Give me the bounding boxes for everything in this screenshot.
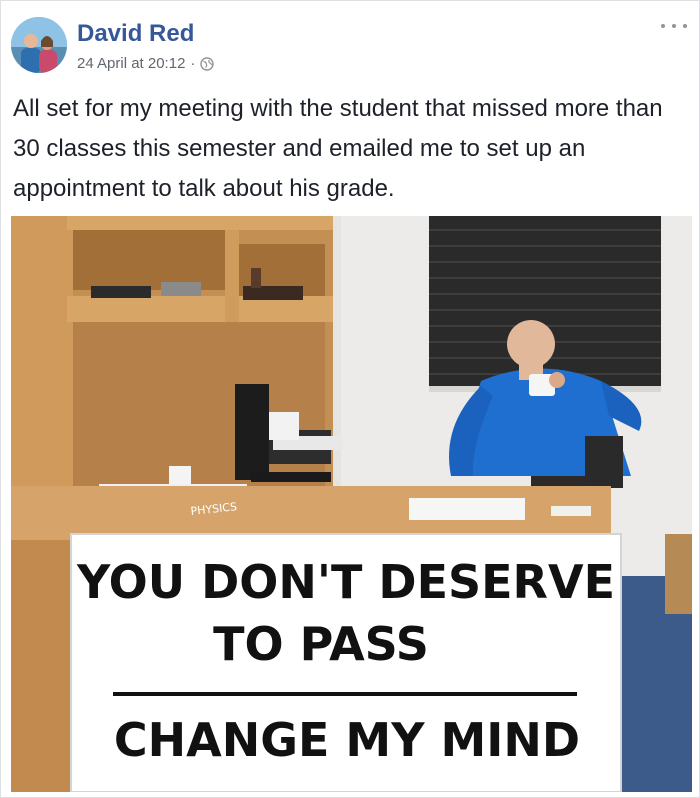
post-header: David Red 24 April at 20:12 · xyxy=(11,17,215,77)
sign-line-2: TO PASS xyxy=(213,617,429,671)
more-options-icon[interactable] xyxy=(661,19,687,33)
post-text: All set for my meeting with the student … xyxy=(13,95,663,202)
post-meta: David Red 24 April at 20:12 · xyxy=(77,19,215,73)
avatar-image xyxy=(11,17,67,73)
more-dot xyxy=(661,24,665,28)
photo-illustration: YOU DON'T DESERVE TO PASS CHANGE MY MIND… xyxy=(11,216,692,792)
post-photo[interactable]: YOU DON'T DESERVE TO PASS CHANGE MY MIND… xyxy=(11,216,692,792)
globe-icon[interactable] xyxy=(200,57,215,71)
facebook-post-card: David Red 24 April at 20:12 · All set fo… xyxy=(0,0,700,798)
more-dot xyxy=(672,24,676,28)
author-name[interactable]: David Red xyxy=(77,19,214,49)
sign-line-3: CHANGE MY MIND xyxy=(114,713,580,767)
post-timestamp[interactable]: 24 April at 20:12 xyxy=(77,55,185,73)
more-dot xyxy=(683,24,687,28)
sign-line-1: YOU DON'T DESERVE xyxy=(76,555,615,609)
avatar[interactable] xyxy=(11,17,67,73)
post-subline: 24 April at 20:12 · xyxy=(77,55,215,73)
meta-separator: · xyxy=(190,55,196,72)
